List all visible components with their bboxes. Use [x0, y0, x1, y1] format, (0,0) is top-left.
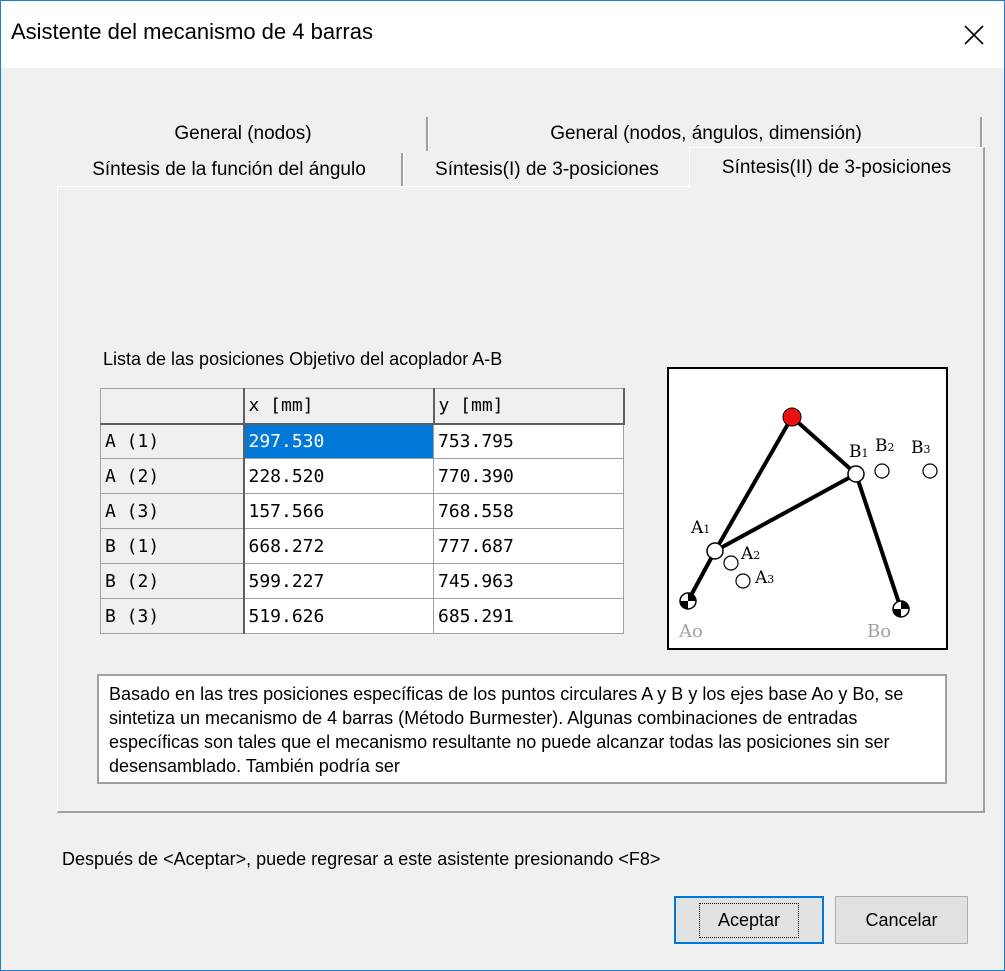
label-ao: Ao — [678, 621, 703, 642]
y-cell[interactable]: 770.390 — [433, 458, 624, 494]
close-icon — [964, 24, 984, 45]
positions-table: x [mm] y [mm] A (1) 297.530 753.795 A (2… — [100, 388, 625, 634]
mechanism-diagram-svg: A1 A2 A3 B1 B2 B3 Ao Bo — [678, 407, 938, 642]
tab-divider — [426, 117, 429, 151]
coupler-point — [782, 407, 802, 427]
description-text: Basado en las tres posiciones específica… — [109, 684, 904, 776]
table-header-row: x [mm] y [mm] — [100, 388, 625, 425]
close-button[interactable] — [944, 1, 1004, 68]
row-header[interactable]: A (3) — [100, 493, 245, 529]
label-b1: B1 — [849, 442, 869, 462]
ok-button-label: Aceptar — [698, 902, 800, 938]
row-header[interactable]: A (1) — [100, 423, 245, 459]
ok-button[interactable]: Aceptar — [674, 896, 824, 944]
tab-divider — [401, 153, 404, 187]
cancel-button[interactable]: Cancelar — [835, 896, 968, 944]
row-header[interactable]: B (2) — [100, 563, 245, 599]
description-textbox[interactable]: Basado en las tres posiciones específica… — [97, 674, 947, 784]
table-row: A (2) 228.520 770.390 — [100, 458, 624, 494]
joint-a1 — [706, 542, 724, 560]
tab-label: Síntesis(II) de 3-posiciones — [721, 157, 952, 178]
y-cell[interactable]: 745.963 — [433, 563, 624, 599]
row-header[interactable]: B (1) — [100, 528, 245, 564]
x-cell[interactable]: 599.227 — [243, 563, 434, 599]
tab-general-nodos-angulos-dimension[interactable]: General (nodos, ángulos, dimensión) — [431, 117, 981, 150]
ground-pivot-ao — [679, 592, 697, 610]
label-a1: A1 — [690, 518, 710, 538]
label-a2: A2 — [740, 544, 760, 564]
label-b3: B3 — [911, 438, 931, 458]
position-b3 — [922, 463, 938, 479]
y-cell[interactable]: 777.687 — [433, 528, 624, 564]
tab-general-nodos[interactable]: General (nodos) — [59, 117, 427, 150]
table-row: B (3) 519.626 685.291 — [100, 598, 624, 634]
tab-sintesis-ii-3-posiciones[interactable]: Síntesis(II) de 3-posiciones — [689, 147, 985, 188]
tab-sintesis-funcion-angulo[interactable]: Síntesis de la función del ángulo — [59, 153, 399, 186]
table-row: A (1) 297.530 753.795 — [100, 423, 624, 459]
coupler-link-c-b1 — [790, 415, 858, 476]
table-row: A (3) 157.566 768.558 — [100, 493, 624, 529]
table-row: B (1) 668.272 777.687 — [100, 528, 624, 564]
joint-b1 — [847, 465, 865, 483]
table-row: B (2) 599.227 745.963 — [100, 563, 624, 599]
position-a3 — [735, 573, 751, 589]
y-column-header[interactable]: y [mm] — [433, 388, 625, 425]
row-header[interactable]: A (2) — [100, 458, 245, 494]
f8-hint-text: Después de <Aceptar>, puede regresar a e… — [62, 849, 661, 869]
x-column-header[interactable]: x [mm] — [243, 388, 435, 425]
cancel-button-label: Cancelar — [865, 909, 938, 930]
y-cell[interactable]: 768.558 — [433, 493, 624, 529]
tab-label: Síntesis(I) de 3-posiciones — [435, 158, 659, 180]
label-bo: Bo — [867, 621, 891, 642]
x-cell[interactable]: 668.272 — [243, 528, 434, 564]
window-title: Asistente del mecanismo de 4 barras — [11, 19, 373, 44]
position-a2 — [723, 555, 739, 571]
y-cell[interactable]: 685.291 — [433, 598, 624, 634]
rocker-link-bo-b1 — [854, 473, 903, 610]
x-cell[interactable]: 297.530 — [243, 423, 434, 459]
tab-sintesis-i-3-posiciones[interactable]: Síntesis(I) de 3-posiciones — [406, 153, 688, 186]
position-b2 — [874, 463, 890, 479]
tab-label: Síntesis de la función del ángulo — [92, 158, 366, 180]
tab-label: General (nodos, ángulos, dimensión) — [550, 122, 862, 144]
x-cell[interactable]: 519.626 — [243, 598, 434, 634]
label-b2: B2 — [875, 436, 895, 456]
y-cell[interactable]: 753.795 — [433, 423, 624, 459]
x-cell[interactable]: 228.520 — [243, 458, 434, 494]
ground-pivot-bo — [892, 600, 910, 618]
label-a3: A3 — [754, 568, 774, 588]
row-header[interactable]: B (3) — [100, 598, 245, 634]
corner-header — [100, 388, 245, 425]
tab-label: General (nodos) — [174, 122, 312, 144]
mechanism-diagram: A1 A2 A3 B1 B2 B3 Ao Bo — [667, 367, 948, 650]
wizard-window: Asistente del mecanismo de 4 barras Gene… — [0, 0, 1005, 971]
tab-divider — [980, 117, 983, 151]
title-bar: Asistente del mecanismo de 4 barras — [1, 1, 1004, 68]
x-cell[interactable]: 157.566 — [243, 493, 434, 529]
positions-list-label: Lista de las posiciones Objetivo del aco… — [103, 349, 503, 369]
